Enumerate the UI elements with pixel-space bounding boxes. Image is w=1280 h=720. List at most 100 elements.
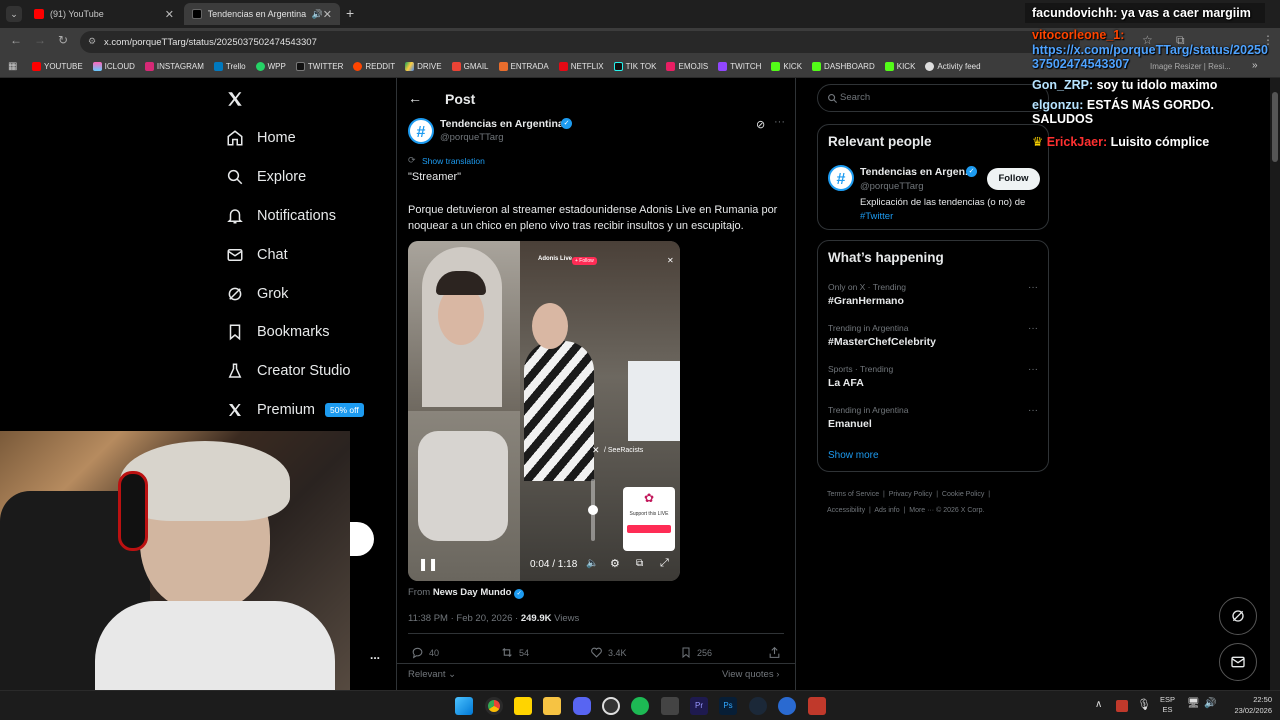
folder-icon[interactable] [543, 697, 561, 715]
sidebar-item-creator-studio[interactable]: Creator Studio [226, 362, 351, 380]
microphone-icon[interactable]: 🎙 [1137, 698, 1151, 711]
bookmark-dashboard[interactable]: DASHBOARD [812, 62, 875, 71]
trend-item[interactable]: Trending in Argentina #MasterChefCelebri… [828, 323, 1038, 348]
sidebar-item-notifications[interactable]: Notifications [226, 207, 336, 225]
settings-icon[interactable]: ⚙ [610, 557, 620, 570]
grok-float-button[interactable] [1219, 597, 1257, 635]
avatar[interactable]: # [828, 165, 854, 191]
bookmark-button[interactable]: 256 [680, 646, 712, 659]
like-button[interactable]: 3.4K [590, 646, 627, 659]
author-handle[interactable]: @porqueTTarg [440, 132, 504, 143]
capture-icon[interactable] [661, 697, 679, 715]
notes-icon[interactable] [514, 697, 532, 715]
back-arrow-icon[interactable]: ← [408, 90, 422, 106]
grok-icon[interactable]: ⊘ [756, 118, 765, 131]
close-icon[interactable]: ✕ [165, 8, 174, 21]
sidebar-item-bookmarks[interactable]: Bookmarks [226, 323, 330, 341]
reply-button[interactable]: 40 [411, 646, 439, 659]
avatar[interactable]: # [408, 118, 434, 144]
bookmark-gmail[interactable]: GMAIL [451, 62, 489, 71]
footer-link[interactable]: Terms of Service [827, 491, 879, 498]
sidebar-item-explore[interactable]: Explore [226, 168, 306, 186]
bookmark-icloud[interactable]: ICLOUD [92, 62, 135, 71]
trend-more-icon[interactable]: ··· [1028, 282, 1038, 293]
footer-link[interactable]: Cookie Policy [942, 491, 984, 498]
chat-link[interactable]: https://x.com/porqueTTarg/status/2025037… [1032, 43, 1268, 71]
url-input[interactable]: ⚙ x.com/porqueTTarg/status/2025037502474… [80, 31, 1080, 53]
bookmark-youtube[interactable]: YOUTUBE [32, 62, 83, 71]
discord-icon[interactable] [573, 697, 591, 715]
volume-icon[interactable]: 🔈 [586, 558, 598, 569]
bookmark-activity-feed[interactable]: Activity feed [925, 62, 981, 71]
sidebar-item-grok[interactable]: Grok [226, 285, 288, 303]
bookmark-twitch[interactable]: TWITCH [718, 62, 761, 71]
person-handle[interactable]: @porqueTTarg [860, 181, 924, 192]
tray-app-icon[interactable] [1116, 700, 1128, 712]
footer-link[interactable]: Privacy Policy [889, 491, 933, 498]
forward-icon[interactable]: → [34, 33, 46, 47]
trend-more-icon[interactable]: ··· [1028, 405, 1038, 416]
page-scrollbar[interactable] [1270, 78, 1280, 690]
apps-grid-icon[interactable]: ▦ [8, 61, 17, 72]
back-icon[interactable]: ← [10, 33, 22, 47]
new-tab-button[interactable]: + [346, 5, 354, 21]
premiere-icon[interactable]: Pr [690, 697, 708, 715]
sidebar-item-chat[interactable]: Chat [226, 246, 288, 264]
sidebar-item-home[interactable]: Home [226, 129, 296, 147]
bookmark-twitter[interactable]: TWITTER [295, 62, 343, 71]
network-icon[interactable]: 🖥 [1187, 698, 1200, 709]
bookmark-emojis[interactable]: EMOJIS [666, 62, 708, 71]
x-logo-icon[interactable] [226, 90, 246, 110]
refresh-app-icon[interactable] [778, 697, 796, 715]
pause-icon[interactable]: ❚❚ [418, 557, 438, 571]
language-indicator[interactable]: ESP ES [1160, 695, 1175, 715]
bookmark-drive[interactable]: DRIVE [405, 62, 442, 71]
speaker-icon[interactable]: 🔊 [312, 9, 323, 20]
reply-sort-dropdown[interactable]: Relevant ⌄ [408, 669, 456, 680]
search-input[interactable]: Search [817, 84, 1049, 112]
tab-x-post[interactable]: Tendencias en Argentina on 🔊 ✕ [184, 3, 340, 25]
sidebar-item-premium[interactable]: Premium 50% off [226, 401, 364, 419]
bookmark-tiktok[interactable]: TIK TOK [613, 62, 656, 71]
tab-youtube[interactable]: (91) YouTube ✕ [26, 3, 182, 25]
trend-more-icon[interactable]: ··· [1028, 323, 1038, 334]
close-icon[interactable]: ✕ [323, 8, 332, 21]
post-more-icon[interactable]: ··· [774, 116, 785, 128]
page-scrollbar-thumb[interactable] [1272, 92, 1278, 162]
mobile-app-icon[interactable] [808, 697, 826, 715]
volume-slider[interactable] [588, 479, 598, 541]
bookmark-instagram[interactable]: INSTAGRAM [144, 62, 204, 71]
source-name[interactable]: News Day Mundo [433, 587, 512, 598]
footer-link[interactable]: Accessibility [827, 507, 865, 514]
reload-icon[interactable]: ↻ [58, 33, 68, 47]
trend-more-icon[interactable]: ··· [1028, 364, 1038, 375]
bookmark-reddit[interactable]: REDDIT [353, 62, 395, 71]
repost-button[interactable]: 54 [500, 646, 529, 659]
tray-chevron-icon[interactable]: ∧ [1095, 699, 1102, 710]
site-info-icon[interactable]: ⚙ [88, 36, 96, 47]
footer-link[interactable]: More ··· [909, 507, 934, 514]
bookmark-trello[interactable]: Trello [213, 62, 246, 71]
windows-start-icon[interactable] [455, 697, 473, 715]
show-more-link[interactable]: Show more [828, 450, 879, 461]
trend-item[interactable]: Sports · Trending La AFA ··· [828, 364, 1038, 389]
chrome-icon[interactable] [485, 697, 503, 715]
post-timestamp[interactable]: 11:38 PM · Feb 20, 2026 · [408, 613, 521, 624]
person-bio-hashtag[interactable]: #Twitter [860, 211, 893, 222]
view-quotes-link[interactable]: View quotes › [722, 669, 779, 680]
bookmark-netflix[interactable]: NETFLIX [558, 62, 604, 71]
author-name[interactable]: Tendencias en Argentina [440, 118, 564, 130]
photoshop-icon[interactable]: Ps [719, 697, 737, 715]
volume-icon[interactable]: 🔊 [1204, 698, 1216, 709]
bookmark-kick[interactable]: KICK [771, 62, 802, 71]
bookmark-kick-2[interactable]: KICK [884, 62, 915, 71]
person-name[interactable]: Tendencias en Argen... [860, 166, 974, 178]
show-translation-link[interactable]: Show translation [422, 156, 485, 166]
trend-item[interactable]: Trending in Argentina Emanuel ··· [828, 405, 1038, 430]
spotify-icon[interactable] [631, 697, 649, 715]
share-button[interactable] [768, 646, 786, 659]
bookmark-entrada[interactable]: ENTRADA [498, 62, 549, 71]
pip-icon[interactable]: ⧉ [636, 558, 643, 569]
fullscreen-icon[interactable]: ⤢ [660, 557, 669, 570]
account-more-button[interactable]: ... [370, 648, 380, 662]
